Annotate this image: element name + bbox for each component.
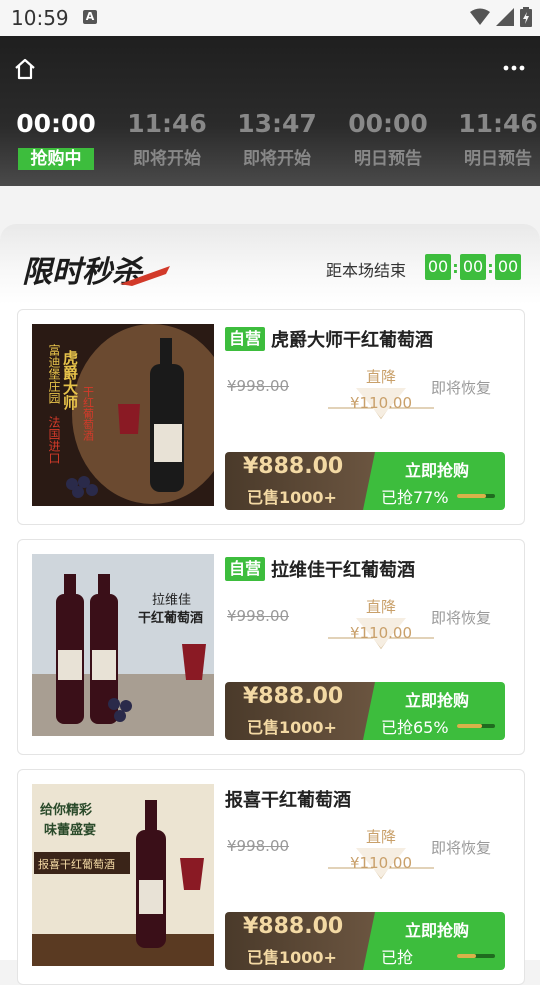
svg-text:虎爵大师: 虎爵大师 bbox=[61, 349, 79, 411]
drop-price: ¥110.00 bbox=[349, 624, 413, 642]
original-price: ¥998.00 bbox=[227, 377, 290, 395]
buy-bar[interactable]: ¥888.00 已售1000+ 立即抢购 已抢65% bbox=[225, 682, 505, 740]
battery-icon bbox=[520, 7, 532, 27]
product-title: 拉维佳干红葡萄酒 bbox=[271, 560, 416, 581]
home-icon[interactable] bbox=[12, 56, 38, 82]
sold-count: 已售1000+ bbox=[247, 718, 337, 737]
status-bar: 10:59 A bbox=[0, 0, 540, 36]
session-time: 00:00 bbox=[16, 109, 96, 138]
session-time: 13:47 bbox=[237, 109, 317, 138]
session-time: 00:00 bbox=[348, 109, 428, 138]
session-tab-3[interactable]: 00:00 明日预告 bbox=[338, 108, 438, 170]
status-time: 10:59 bbox=[11, 6, 69, 30]
session-label: 即将开始 bbox=[243, 149, 311, 169]
sold-count: 已售1000+ bbox=[247, 948, 337, 967]
sale-price: ¥888.00 bbox=[243, 684, 344, 709]
sold-progress-bar bbox=[457, 494, 495, 498]
buy-now-button[interactable]: 立即抢购 已抢 bbox=[363, 912, 505, 970]
restore-label: 即将恢复 bbox=[431, 839, 492, 857]
session-time: 11:46 bbox=[127, 109, 207, 138]
drop-label: 直降 bbox=[365, 828, 396, 846]
session-label: 明日预告 bbox=[354, 149, 422, 169]
session-tab-4[interactable]: 11:46 明日预告 bbox=[448, 108, 540, 170]
more-icon[interactable] bbox=[502, 61, 526, 75]
product-card[interactable]: 给你精彩 味蕾盛宴 报喜干红葡萄酒 报喜干红葡萄酒 ¥998.00 直降 ¥11… bbox=[17, 769, 525, 985]
drop-price: ¥110.00 bbox=[349, 854, 413, 872]
restore-label: 即将恢复 bbox=[431, 379, 492, 397]
buy-bar[interactable]: ¥888.00 已售1000+ 立即抢购 已抢77% bbox=[225, 452, 505, 510]
restore-label: 即将恢复 bbox=[431, 609, 492, 627]
original-price: ¥998.00 bbox=[227, 837, 290, 855]
self-operated-badge: 自营 bbox=[225, 327, 266, 351]
self-operated-badge: 自营 bbox=[225, 557, 266, 581]
drop-price: ¥110.00 bbox=[349, 394, 413, 412]
price-drop: 直降 ¥110.00 bbox=[326, 826, 436, 892]
sold-percent: 已抢 bbox=[381, 948, 414, 967]
panel-header: 限时秒杀 距本场结束 00 : 00 : 00 bbox=[0, 224, 540, 304]
drop-label: 直降 bbox=[365, 598, 396, 616]
flash-sale-panel: 限时秒杀 距本场结束 00 : 00 : 00 虎爵大师 富迪堡庄园 法国进口 … bbox=[0, 224, 540, 985]
product-title-row: 自营 虎爵大师干红葡萄酒 bbox=[225, 326, 433, 352]
flash-sale-logo: 限时秒杀 bbox=[22, 255, 170, 290]
svg-text:干红葡萄酒: 干红葡萄酒 bbox=[82, 386, 95, 442]
drop-label: 直降 bbox=[365, 368, 396, 386]
svg-text:富迪堡庄园: 富迪堡庄园 bbox=[47, 343, 61, 405]
buy-now-button[interactable]: 立即抢购 已抢65% bbox=[363, 682, 505, 740]
price-drop: 直降 ¥110.00 bbox=[326, 366, 436, 432]
product-card[interactable]: 拉维佳 干红葡萄酒 自营 拉维佳干红葡萄酒 ¥998.00 直降 ¥110.00… bbox=[17, 539, 525, 755]
buy-now-button[interactable]: 立即抢购 已抢77% bbox=[363, 452, 505, 510]
buy-bar[interactable]: ¥888.00 已售1000+ 立即抢购 已抢 bbox=[225, 912, 505, 970]
status-icons bbox=[470, 7, 532, 27]
sold-percent: 已抢77% bbox=[381, 488, 449, 507]
product-card[interactable]: 虎爵大师 富迪堡庄园 法国进口 干红葡萄酒 自营 虎爵大师干红葡萄酒 ¥998.… bbox=[17, 309, 525, 525]
flash-sale-header: 00:00 抢购中 11:46 即将开始 13:47 即将开始 00:00 明日… bbox=[0, 36, 540, 186]
sold-progress-bar bbox=[457, 724, 495, 728]
svg-text:拉维佳: 拉维佳 bbox=[152, 593, 191, 608]
original-price: ¥998.00 bbox=[227, 607, 290, 625]
sale-price: ¥888.00 bbox=[243, 454, 344, 479]
sold-percent: 已抢65% bbox=[381, 718, 449, 737]
product-title-row: 自营 拉维佳干红葡萄酒 bbox=[225, 556, 415, 582]
session-tab-2[interactable]: 13:47 即将开始 bbox=[227, 108, 327, 170]
product-image[interactable]: 给你精彩 味蕾盛宴 报喜干红葡萄酒 bbox=[32, 784, 214, 966]
session-tabs: 00:00 抢购中 11:46 即将开始 13:47 即将开始 00:00 明日… bbox=[0, 108, 540, 178]
session-tab-0[interactable]: 00:00 抢购中 bbox=[6, 108, 106, 170]
session-time: 11:46 bbox=[458, 109, 538, 138]
buy-now-label: 立即抢购 bbox=[405, 461, 470, 480]
sold-count: 已售1000+ bbox=[247, 488, 337, 507]
session-label: 抢购中 bbox=[18, 148, 94, 170]
sold-progress-bar bbox=[457, 954, 495, 958]
session-label: 明日预告 bbox=[464, 149, 532, 169]
signal-icon bbox=[496, 8, 514, 26]
session-tab-1[interactable]: 11:46 即将开始 bbox=[117, 108, 217, 170]
svg-text:给你精彩: 给你精彩 bbox=[40, 802, 92, 818]
buy-now-label: 立即抢购 bbox=[405, 921, 470, 940]
product-title: 虎爵大师干红葡萄酒 bbox=[271, 330, 434, 351]
svg-text:法国进口: 法国进口 bbox=[47, 416, 61, 464]
countdown-minutes: 00 bbox=[460, 254, 486, 280]
countdown-seconds: 00 bbox=[495, 254, 521, 280]
session-label: 即将开始 bbox=[133, 149, 201, 169]
svg-text:味蕾盛宴: 味蕾盛宴 bbox=[44, 822, 96, 838]
product-image[interactable]: 虎爵大师 富迪堡庄园 法国进口 干红葡萄酒 bbox=[32, 324, 214, 506]
countdown-label: 距本场结束 bbox=[326, 261, 407, 280]
product-image[interactable]: 拉维佳 干红葡萄酒 bbox=[32, 554, 214, 736]
countdown-hours: 00 bbox=[425, 254, 451, 280]
wifi-icon bbox=[470, 8, 490, 25]
svg-text:报喜干红葡萄酒: 报喜干红葡萄酒 bbox=[38, 857, 115, 871]
price-drop: 直降 ¥110.00 bbox=[326, 596, 436, 662]
buy-now-label: 立即抢购 bbox=[405, 691, 470, 710]
product-title: 报喜干红葡萄酒 bbox=[225, 790, 351, 811]
sale-price: ¥888.00 bbox=[243, 914, 344, 939]
svg-text:干红葡萄酒: 干红葡萄酒 bbox=[138, 610, 203, 626]
countdown-timer: 00 : 00 : 00 bbox=[425, 254, 521, 280]
notification-icon: A bbox=[83, 10, 97, 24]
product-title-row: 报喜干红葡萄酒 bbox=[225, 786, 351, 812]
